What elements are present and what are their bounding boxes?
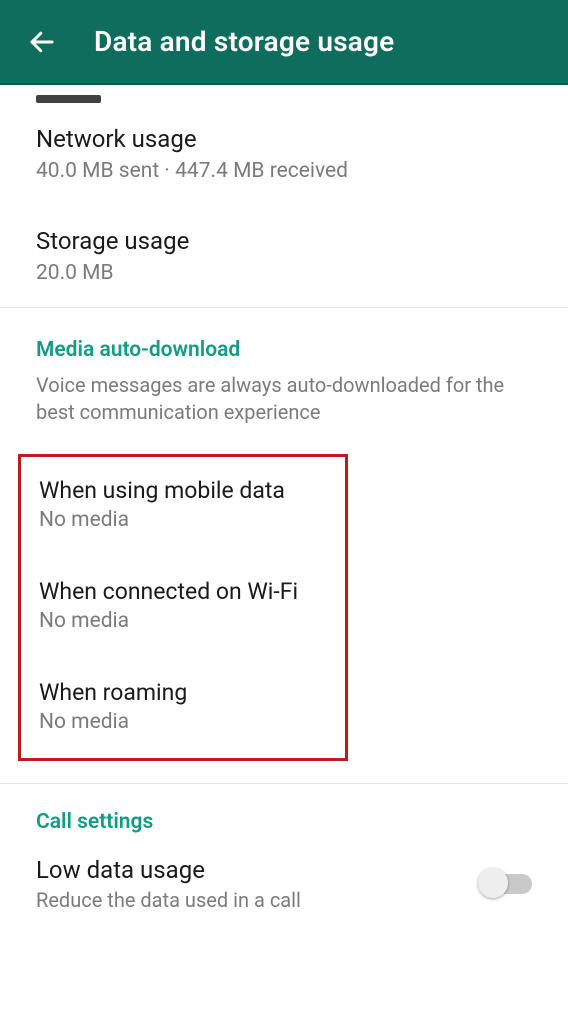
low-data-usage-row[interactable]: Low data usage Reduce the data used in a…: [0, 836, 568, 934]
network-usage-title: Network usage: [36, 125, 532, 153]
call-section-title: Call settings: [36, 810, 532, 834]
mobile-data-sub: No media: [39, 508, 327, 532]
storage-usage-row[interactable]: Storage usage 20.0 MB: [0, 205, 568, 307]
cutoff-text: [36, 95, 101, 103]
storage-usage-sub: 20.0 MB: [36, 261, 532, 285]
wifi-row[interactable]: When connected on Wi-Fi No media: [21, 552, 345, 653]
mobile-data-title: When using mobile data: [39, 477, 327, 504]
media-section-title: Media auto-download: [36, 338, 532, 362]
wifi-title: When connected on Wi-Fi: [39, 578, 327, 605]
media-auto-download-header: Media auto-download Voice messages are a…: [0, 308, 568, 432]
content: Network usage 40.0 MB sent · 447.4 MB re…: [0, 95, 568, 934]
call-settings-header: Call settings: [0, 784, 568, 836]
storage-usage-title: Storage usage: [36, 227, 532, 255]
network-usage-sub: 40.0 MB sent · 447.4 MB received: [36, 159, 532, 183]
back-arrow-icon: [27, 27, 57, 57]
wifi-sub: No media: [39, 609, 327, 633]
low-data-text: Low data usage Reduce the data used in a…: [36, 856, 480, 912]
network-usage-row[interactable]: Network usage 40.0 MB sent · 447.4 MB re…: [0, 103, 568, 205]
app-bar: Data and storage usage: [0, 0, 568, 85]
back-button[interactable]: [18, 18, 66, 66]
roaming-row[interactable]: When roaming No media: [21, 653, 345, 754]
page-title: Data and storage usage: [94, 25, 394, 58]
low-data-sub: Reduce the data used in a call: [36, 888, 460, 912]
roaming-title: When roaming: [39, 679, 327, 706]
annotation-highlight-box: When using mobile data No media When con…: [18, 454, 348, 761]
media-section-desc: Voice messages are always auto-downloade…: [36, 372, 532, 426]
mobile-data-row[interactable]: When using mobile data No media: [21, 461, 345, 552]
low-data-toggle[interactable]: [480, 874, 532, 894]
low-data-title: Low data usage: [36, 856, 460, 884]
roaming-sub: No media: [39, 710, 327, 734]
